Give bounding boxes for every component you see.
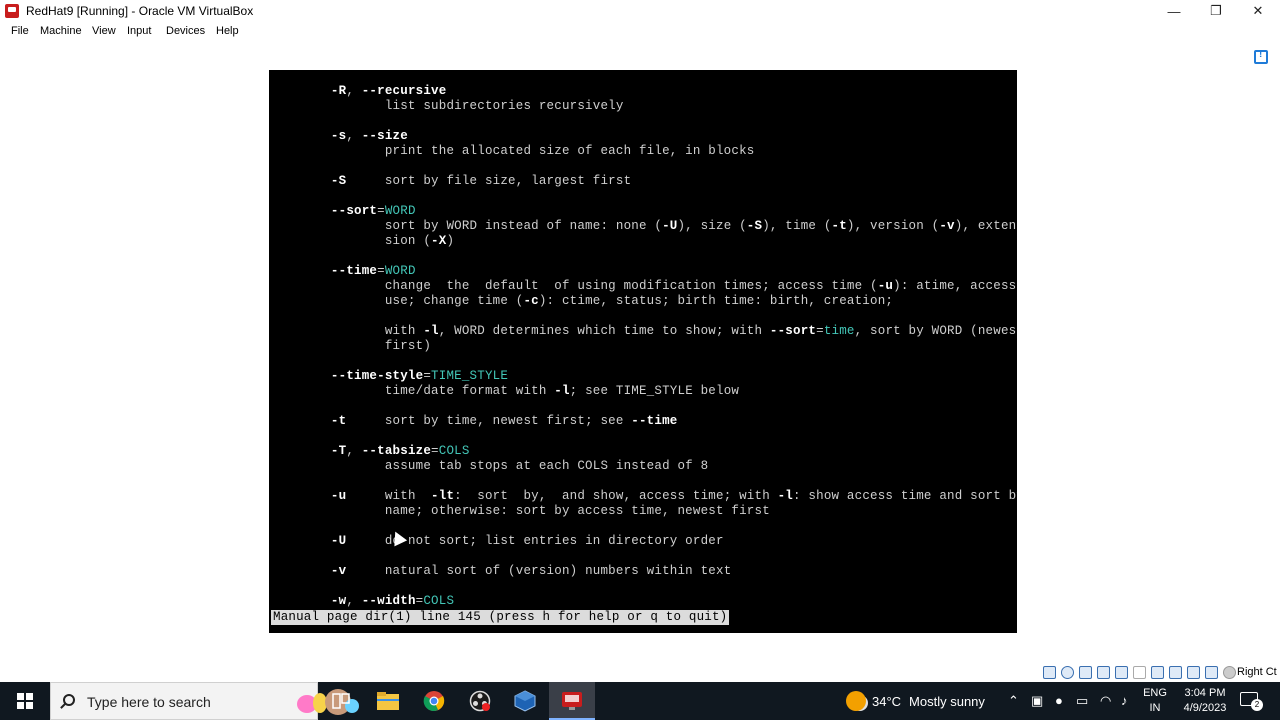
taskbar-search-box[interactable]: Type here to search bbox=[50, 682, 359, 720]
search-placeholder: Type here to search bbox=[87, 694, 211, 710]
console-line: time/date format with -l; see TIME_STYLE… bbox=[384, 384, 740, 398]
battery-icon[interactable]: ▭ bbox=[1076, 693, 1088, 709]
action-center-icon[interactable]: 2 bbox=[1240, 692, 1263, 711]
search-icon bbox=[63, 694, 75, 706]
recording-icon[interactable] bbox=[1169, 666, 1182, 679]
menu-bar: File Machine View Input Devices Help bbox=[0, 22, 1280, 40]
console-line: list subdirectories recursively bbox=[384, 99, 624, 113]
menu-machine[interactable]: Machine bbox=[40, 25, 82, 37]
console-line: -w, --width=COLS bbox=[330, 594, 455, 608]
folder-icon bbox=[377, 692, 399, 710]
clock-date: 4/9/2023 bbox=[1183, 702, 1227, 714]
restore-button[interactable]: ❐ bbox=[1194, 0, 1238, 22]
obs-record-icon bbox=[469, 690, 491, 712]
task-view-icon bbox=[332, 693, 350, 709]
weather-temp: 34°C bbox=[872, 693, 902, 709]
console-line: -s, --size bbox=[330, 129, 408, 143]
language-indicator[interactable]: ENG IN bbox=[1143, 686, 1167, 716]
display-icon[interactable] bbox=[1151, 666, 1164, 679]
menu-input[interactable]: Input bbox=[127, 25, 151, 37]
network-icon[interactable] bbox=[1097, 666, 1110, 679]
weather-condition: Mostly sunny bbox=[909, 693, 985, 709]
notification-count-badge: 2 bbox=[1251, 699, 1263, 711]
console-line: assume tab stops at each COLS instead of… bbox=[384, 459, 709, 473]
console-line: -u with -lt: sort by, and show, access t… bbox=[330, 489, 1017, 503]
notification-icon[interactable] bbox=[1254, 49, 1268, 64]
window-titlebar[interactable]: RedHat9 [Running] - Oracle VM VirtualBox… bbox=[0, 0, 1280, 22]
console-line: -R, --recursive bbox=[330, 84, 447, 98]
console-line: sort by WORD instead of name: none (-U),… bbox=[384, 219, 1017, 233]
show-hidden-icons-chevron-icon[interactable]: ⌃ bbox=[1008, 693, 1019, 709]
cpu-icon[interactable] bbox=[1187, 666, 1200, 679]
minimize-button[interactable]: — bbox=[1152, 0, 1196, 22]
shared-folders-icon[interactable] bbox=[1133, 666, 1146, 679]
virtualbox-vm-button[interactable] bbox=[549, 682, 595, 720]
console-line: use; change time (-c): ctime, status; bi… bbox=[384, 294, 894, 308]
man-status-line: Manual page dir(1) line 145 (press h for… bbox=[271, 610, 730, 625]
menu-help[interactable]: Help bbox=[216, 25, 239, 37]
file-explorer-button[interactable] bbox=[365, 682, 411, 720]
windows-logo-icon bbox=[17, 693, 33, 709]
close-button[interactable]: ✕ bbox=[1236, 0, 1280, 22]
microphone-icon[interactable]: ● bbox=[1055, 693, 1063, 708]
start-button[interactable] bbox=[0, 682, 50, 720]
console-line: name; otherwise: sort by access time, ne… bbox=[384, 504, 770, 518]
console-line: -T, --tabsize=COLS bbox=[330, 444, 470, 458]
console-line: change the default of using modification… bbox=[384, 279, 1017, 293]
virtualbox-cube-icon bbox=[514, 690, 536, 712]
menu-view[interactable]: View bbox=[92, 25, 116, 37]
console-line: -S sort by file size, largest first bbox=[330, 174, 632, 188]
language-code: ENG bbox=[1143, 687, 1167, 699]
wifi-icon[interactable]: ◠ bbox=[1100, 693, 1111, 709]
clock-time: 3:04 PM bbox=[1184, 687, 1226, 699]
weather-sun-icon bbox=[846, 691, 866, 711]
obs-studio-button[interactable] bbox=[457, 682, 503, 720]
mouse-integration-icon[interactable] bbox=[1223, 666, 1236, 679]
virtualbox-vm-icon bbox=[562, 692, 582, 710]
optical-drive-icon[interactable] bbox=[1061, 666, 1074, 679]
console-line: -t sort by time, newest first; see --tim… bbox=[330, 414, 678, 428]
volume-icon[interactable]: ♪ bbox=[1121, 693, 1128, 708]
task-view-button[interactable] bbox=[318, 682, 364, 720]
console-line: with -l, WORD determines which time to s… bbox=[384, 324, 1017, 338]
vt-x-icon[interactable] bbox=[1205, 666, 1218, 679]
menu-file[interactable]: File bbox=[11, 25, 29, 37]
console-line: --sort=WORD bbox=[330, 204, 416, 218]
console-line: --time-style=TIME_STYLE bbox=[330, 369, 509, 383]
console-line: sion (-X) bbox=[384, 234, 455, 248]
audio-icon[interactable] bbox=[1079, 666, 1092, 679]
taskbar-clock[interactable]: 3:04 PM 4/9/2023 bbox=[1176, 686, 1234, 716]
host-key-label: Right Ct bbox=[1237, 666, 1277, 678]
chrome-icon bbox=[423, 691, 445, 711]
virtualbox-manager-button[interactable] bbox=[502, 682, 548, 720]
guest-console[interactable]: -R, --recursive list subdirectories recu… bbox=[269, 70, 1017, 633]
language-region: IN bbox=[1149, 702, 1161, 714]
usb-icon[interactable] bbox=[1115, 666, 1128, 679]
chrome-button[interactable] bbox=[411, 682, 457, 720]
meet-now-icon[interactable]: ▣ bbox=[1031, 693, 1043, 709]
console-line: -U do not sort; list entries in director… bbox=[330, 534, 724, 548]
menu-devices[interactable]: Devices bbox=[166, 25, 205, 37]
virtualbox-vm-icon bbox=[5, 4, 19, 18]
console-line: -v natural sort of (version) numbers wit… bbox=[330, 564, 732, 578]
hard-disk-icon[interactable] bbox=[1043, 666, 1056, 679]
windows-taskbar: Type here to search 34°C Mostly sunny ⌃ … bbox=[0, 682, 1280, 720]
console-line: --time=WORD bbox=[330, 264, 416, 278]
console-line: print the allocated size of each file, i… bbox=[384, 144, 755, 158]
window-title: RedHat9 [Running] - Oracle VM VirtualBox bbox=[26, 4, 254, 18]
weather-widget[interactable]: 34°C Mostly sunny bbox=[846, 682, 985, 720]
console-line: first) bbox=[384, 339, 432, 353]
